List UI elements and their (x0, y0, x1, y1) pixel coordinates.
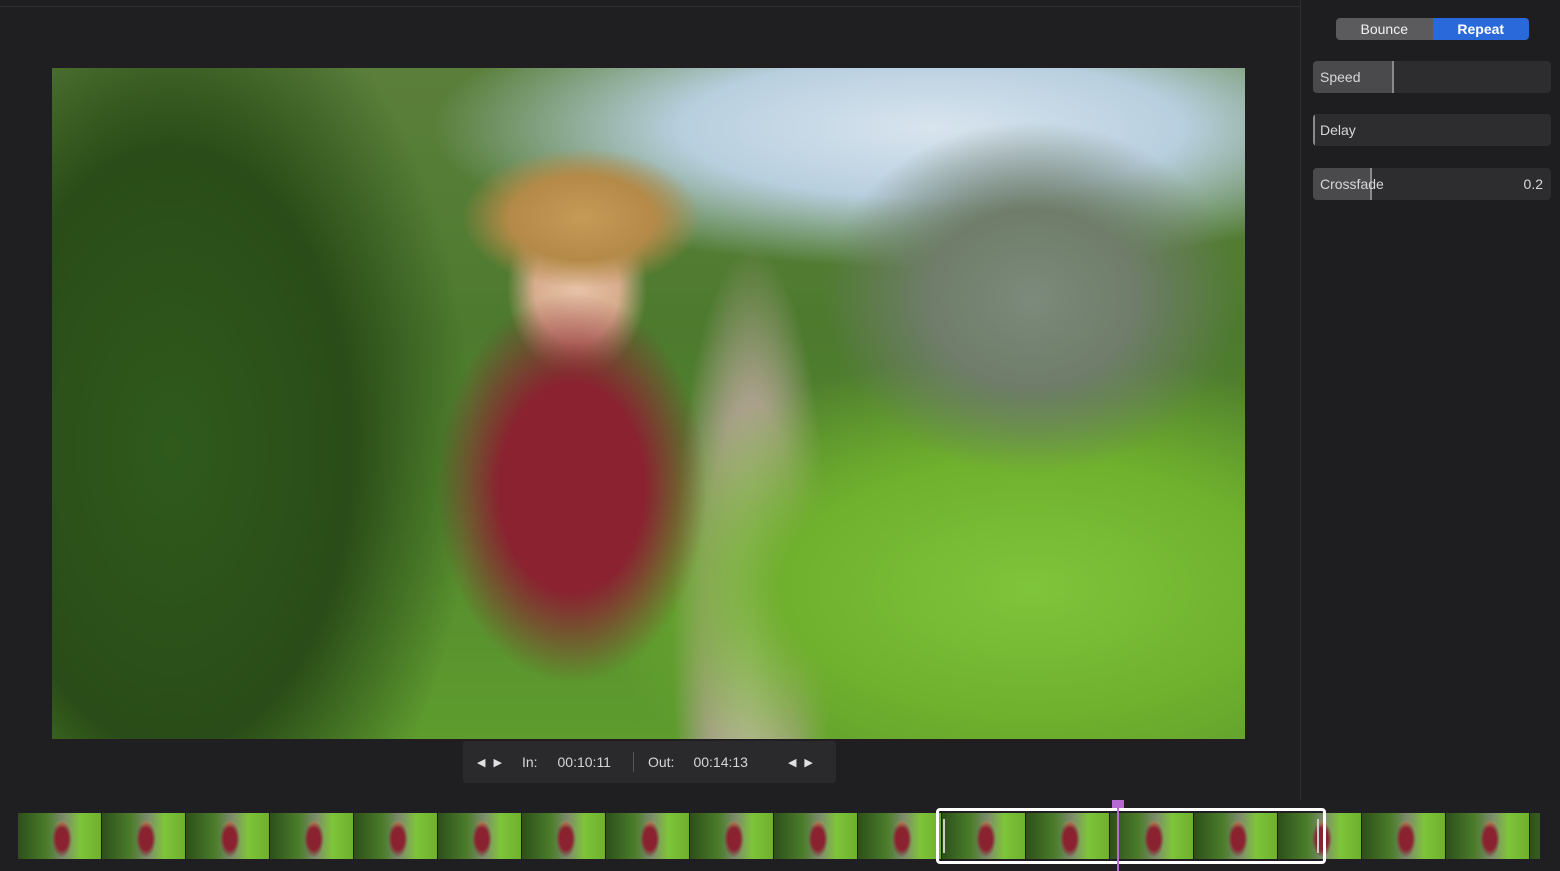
filmstrip-frame (186, 813, 270, 859)
filmstrip-frame (270, 813, 354, 859)
loop-mode-control: Bounce Repeat (1336, 18, 1529, 40)
delay-slider-knob[interactable] (1313, 114, 1315, 146)
filmstrip-frame (690, 813, 774, 859)
playhead-line (1117, 800, 1119, 871)
delay-label: Delay (1320, 122, 1356, 138)
in-label: In: (521, 754, 538, 770)
crossfade-slider[interactable]: Crossfade 0.2 (1313, 168, 1551, 200)
filmstrip-frame (858, 813, 942, 859)
out-point-nudge[interactable]: ◀ ▶ (788, 756, 813, 769)
nudge-left-icon[interactable]: ◀ (788, 756, 796, 769)
speed-slider[interactable]: Speed (1313, 61, 1551, 93)
inspector-panel: Bounce Repeat Speed Delay Crossfade 0.2 (1300, 0, 1560, 800)
nudge-right-icon[interactable]: ▶ (804, 756, 812, 769)
filmstrip-frame (522, 813, 606, 859)
filmstrip-frame (1446, 813, 1530, 859)
filmstrip-frame (438, 813, 522, 859)
loop-range-selection[interactable] (936, 808, 1326, 864)
nudge-left-icon[interactable]: ◀ (477, 756, 485, 769)
video-preview[interactable] (52, 68, 1245, 739)
trim-controls: ◀ ▶ In: 00:10:11 Out: 00:14:13 ◀ ▶ (463, 741, 836, 783)
filmstrip-frame (606, 813, 690, 859)
playhead[interactable] (1112, 800, 1124, 871)
delay-slider[interactable]: Delay (1313, 114, 1551, 146)
out-time[interactable]: 00:14:13 (693, 754, 748, 770)
crossfade-label: Crossfade (1320, 176, 1384, 192)
repeat-button[interactable]: Repeat (1432, 18, 1529, 40)
in-time[interactable]: 00:10:11 (558, 754, 611, 770)
filmstrip-frame (354, 813, 438, 859)
in-point-nudge[interactable]: ◀ ▶ (477, 756, 502, 769)
speed-slider-knob[interactable] (1392, 61, 1394, 93)
filmstrip-frame (1362, 813, 1446, 859)
range-start-handle[interactable] (943, 819, 945, 853)
filmstrip-frame (18, 813, 102, 859)
crossfade-value: 0.2 (1523, 176, 1543, 192)
trim-divider (632, 752, 634, 772)
filmstrip-frame (102, 813, 186, 859)
range-end-handle[interactable] (1317, 819, 1319, 853)
nudge-right-icon[interactable]: ▶ (493, 756, 501, 769)
bounce-button[interactable]: Bounce (1336, 18, 1433, 40)
window-top-border (0, 0, 1300, 7)
speed-label: Speed (1320, 69, 1361, 85)
filmstrip-frame (774, 813, 858, 859)
out-label: Out: (647, 754, 675, 770)
filmstrip-frame (1530, 813, 1540, 859)
